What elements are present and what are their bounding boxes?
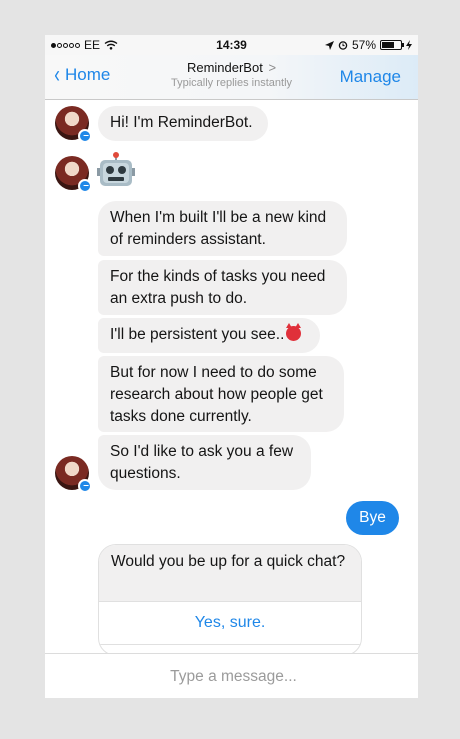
message-bubble-4: I'll be persistent you see.. xyxy=(98,318,320,353)
bot-avatar[interactable] xyxy=(55,156,92,193)
phone-screen: EE 14:39 57% ‹ Home ReminderBot > Typica… xyxy=(45,35,418,698)
quick-reply-card: Would you be up for a quick chat? Yes, s… xyxy=(98,544,362,656)
status-bar: EE 14:39 57% xyxy=(45,35,418,55)
bot-avatar[interactable] xyxy=(55,106,92,143)
manage-button[interactable]: Manage xyxy=(340,67,401,87)
message-bubble-5: But for now I need to do some research a… xyxy=(98,356,344,432)
messenger-badge-icon xyxy=(78,479,92,493)
quick-reply-yes-button[interactable]: Yes, sure. xyxy=(99,601,361,644)
status-right: 57% xyxy=(324,38,412,52)
battery-percent: 57% xyxy=(351,38,376,52)
battery-icon xyxy=(380,40,404,50)
user-message-bubble: Bye xyxy=(346,501,399,535)
alarm-icon xyxy=(338,41,348,50)
devil-emoji-icon xyxy=(286,323,302,341)
charging-bolt-icon xyxy=(406,40,412,50)
title-chevron-icon: > xyxy=(268,60,277,75)
location-arrow-icon xyxy=(324,40,334,50)
message-bubble-3: For the kinds of tasks you need an extra… xyxy=(98,260,347,315)
message-bubble-2: When I'm built I'll be a new kind of rem… xyxy=(98,201,347,256)
question-text: Would you be up for a quick chat? xyxy=(99,545,361,601)
message-text: I'll be persistent you see.. xyxy=(110,326,285,343)
bot-name: ReminderBot xyxy=(186,60,263,75)
navigation-bar: ‹ Home ReminderBot > Typically replies i… xyxy=(45,55,418,100)
messenger-badge-icon xyxy=(78,129,92,143)
message-input[interactable] xyxy=(45,654,418,698)
robot-emoji-icon xyxy=(97,152,135,186)
message-composer xyxy=(45,653,418,698)
messenger-badge-icon xyxy=(78,179,92,193)
message-bubble-1: Hi! I'm ReminderBot. xyxy=(98,106,268,141)
message-bubble-6: So I'd like to ask you a few questions. xyxy=(98,435,311,490)
bot-avatar[interactable] xyxy=(55,456,92,493)
